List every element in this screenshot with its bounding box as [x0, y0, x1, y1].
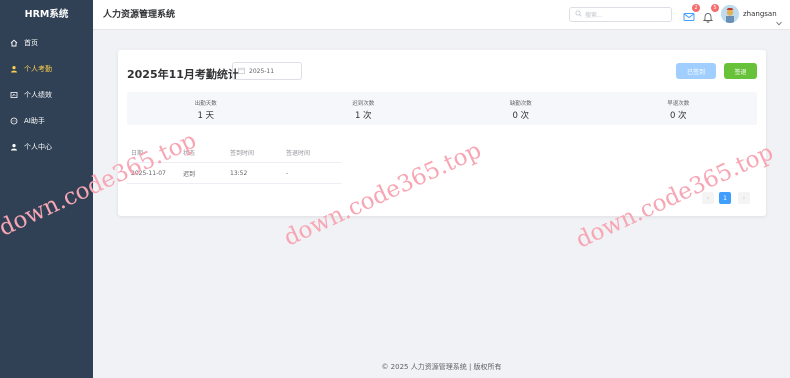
search-placeholder: 搜索... — [585, 12, 603, 19]
table-cell: - — [286, 169, 289, 177]
sidebar-item-ai-assistant[interactable]: AI助手 — [0, 108, 93, 134]
sidebar-item-label: AI助手 — [24, 117, 45, 125]
sidebar-item-label: 个人考勤 — [24, 65, 52, 73]
stat-value: 1 天 — [197, 111, 215, 121]
checkout-button[interactable]: 签退 — [724, 63, 757, 79]
column-header: 日期 — [131, 149, 144, 157]
username[interactable]: zhangsan — [743, 0, 777, 28]
sidebar-item-performance[interactable]: 个人绩效 — [0, 82, 93, 108]
table-cell: 迟到 — [183, 170, 196, 178]
stat-late-count: 迟到次数 1 次 — [285, 92, 443, 125]
sidebar-item-profile[interactable]: 个人中心 — [0, 134, 93, 160]
stats-panel: 出勤天数 1 天 迟到次数 1 次 缺勤次数 0 次 早退次数 0 次 — [127, 92, 757, 125]
notification-badge: 5 — [711, 4, 719, 12]
page-title: 人力资源管理系统 — [103, 10, 176, 20]
search-input[interactable]: 搜索... — [569, 7, 672, 22]
avatar[interactable] — [721, 5, 739, 23]
sidebar: HRM系统 首页 个人考勤 个人绩效 AI助手 个人中心 — [0, 0, 93, 378]
attendance-card: 2025年11月考勤统计 2025-11 已签到 签退 出勤天数 1 天 迟到次… — [118, 50, 766, 216]
stat-value: 0 次 — [512, 111, 530, 121]
person-icon — [10, 143, 18, 151]
stat-value: 0 次 — [669, 111, 687, 121]
mail-button[interactable]: 2 — [683, 4, 700, 21]
attendance-table: 日期 状态 签到时间 签退时间 2025-11-07 迟到 13:52 - — [127, 142, 341, 184]
footer: © 2025 人力资源管理系统 | 版权所有 — [381, 363, 502, 371]
stat-attendance-days: 出勤天数 1 天 — [127, 92, 285, 125]
pagination-next-button[interactable]: › — [738, 192, 750, 204]
month-picker[interactable]: 2025-11 — [232, 62, 302, 80]
sidebar-item-label: 个人绩效 — [24, 91, 52, 99]
pagination-page-button[interactable]: 1 — [719, 192, 731, 204]
column-header: 签退时间 — [286, 149, 311, 157]
chart-icon — [10, 91, 18, 99]
home-icon — [10, 39, 18, 47]
sidebar-item-label: 首页 — [24, 39, 38, 47]
stat-label: 缺勤次数 — [509, 101, 532, 107]
notification-button[interactable]: 5 — [702, 4, 719, 23]
stat-value: 1 次 — [354, 111, 372, 121]
app-logo: HRM系统 — [24, 9, 69, 20]
pagination-prev-button[interactable]: ‹ — [702, 192, 714, 204]
table-row: 2025-11-07 迟到 13:52 - — [127, 163, 341, 184]
sidebar-item-label: 个人中心 — [24, 143, 52, 151]
column-header: 状态 — [183, 149, 196, 157]
calendar-icon — [238, 67, 249, 76]
top-header: 人力资源管理系统 搜索... 2 5 zhangsan — [93, 0, 790, 30]
mail-badge: 2 — [692, 4, 700, 12]
column-header: 签到时间 — [230, 149, 255, 157]
checkin-button[interactable]: 已签到 — [676, 63, 716, 79]
chat-icon — [10, 117, 18, 125]
table-cell: 13:52 — [230, 169, 248, 177]
stat-absence-count: 缺勤次数 0 次 — [442, 92, 600, 125]
attendance-title: 2025年11月考勤统计 — [127, 68, 239, 81]
table-cell: 2025-11-07 — [131, 169, 166, 177]
stat-early-leave-count: 早退次数 0 次 — [600, 92, 758, 125]
stat-label: 迟到次数 — [352, 101, 375, 107]
sidebar-item-home[interactable]: 首页 — [0, 30, 93, 56]
sidebar-item-attendance[interactable]: 个人考勤 — [0, 56, 93, 82]
month-value: 2025-11 — [249, 67, 275, 75]
table-header: 日期 状态 签到时间 签退时间 — [127, 142, 341, 163]
chevron-down-icon[interactable] — [776, 11, 782, 30]
stat-label: 早退次数 — [667, 101, 690, 107]
search-icon — [575, 10, 585, 19]
user-icon — [10, 65, 18, 73]
stat-label: 出勤天数 — [194, 101, 217, 107]
